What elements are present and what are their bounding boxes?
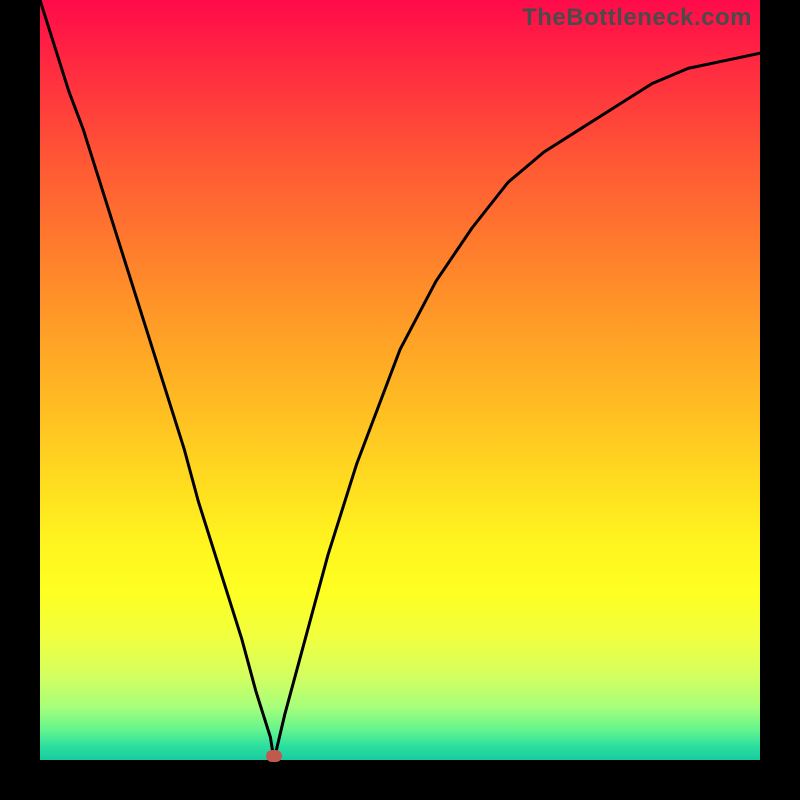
bottleneck-curve: [40, 0, 760, 760]
plot-area: TheBottleneck.com: [40, 0, 760, 760]
chart-frame: TheBottleneck.com: [0, 0, 800, 800]
